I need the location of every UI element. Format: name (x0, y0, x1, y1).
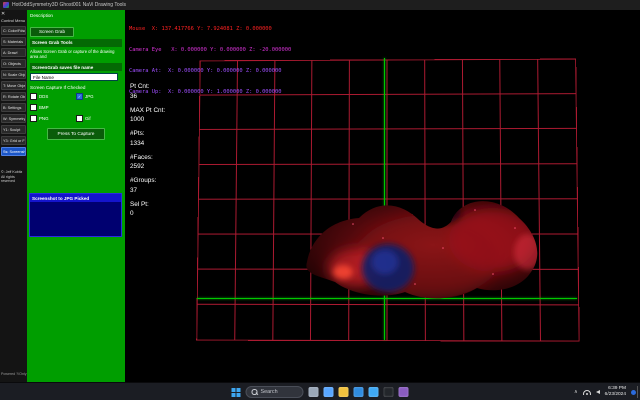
sidebar-item-r-rotate-object[interactable]: R: Rotate Object (1, 92, 26, 101)
stat-value: 2592 (130, 163, 165, 170)
checkbox-label: BMP (39, 105, 49, 110)
screen-grab-panel: Description Screen Grab Screen Grab Tool… (27, 10, 125, 382)
tool-sidebar: ✕ Control Menu C: Color/Fdset S: Material… (0, 10, 27, 382)
app-icon (3, 2, 9, 8)
stat-label: Pt Cnt: (130, 83, 165, 90)
checkbox-label: PNG (39, 116, 49, 121)
stat-label: MAX Pt Cnt: (130, 107, 165, 114)
checkbox-box[interactable] (76, 115, 83, 122)
checkbox-jpg[interactable]: ✓JPG (76, 93, 122, 100)
stat-label: #Faces: (130, 154, 165, 161)
stat-label: Sel Pt: (130, 201, 165, 208)
checkbox-label: JPG (85, 94, 94, 99)
stat-value: 0 (130, 210, 165, 217)
checkbox-box[interactable] (30, 115, 37, 122)
menu-close-icon[interactable]: ✕ (1, 12, 26, 17)
taskbar-center: Search (232, 383, 409, 400)
sidebar-item-y3-grid-or-fix[interactable]: Y3: Grid or Fix (1, 136, 26, 145)
mouse-coordinates: Mouse X: 137.417766 Y: 7.924081 Z: 0.000… (129, 26, 291, 33)
volume-icon[interactable] (596, 390, 600, 394)
sidebar-header: Control Menu (1, 18, 26, 23)
stat-value: 1000 (130, 116, 165, 123)
window-titlebar[interactable]: HotOddSymmetry3D Ghost001 NaVi Drawing T… (0, 0, 640, 10)
viewport-canvas[interactable]: Mouse X: 137.417766 Y: 7.924081 Z: 0.000… (125, 10, 640, 382)
system-tray: ∧ 6:39 PM 6/23/2024 (574, 383, 636, 400)
camera-at-readout: Camera At: X: 0.000000 Y: 0.000000 Z: 0.… (129, 68, 291, 75)
stat: Pt Cnt: 36 (130, 83, 165, 100)
checkbox-bmp[interactable]: BMP (30, 104, 76, 111)
sidebar-item-c-color-fdset[interactable]: C: Color/Fdset (1, 26, 26, 35)
filename-input[interactable] (30, 73, 118, 81)
clock[interactable]: 6:39 PM 6/23/2024 (605, 386, 626, 397)
notification-badge[interactable] (631, 390, 636, 395)
sidebar-item-t-move-object[interactable]: T: Move Object (1, 81, 26, 90)
mesh-object[interactable] (293, 182, 551, 310)
search-label: Search (261, 389, 278, 395)
powered-text: Powered ?/Only (1, 372, 27, 376)
status-banner: Screenshot to JPG Picked (29, 193, 122, 237)
taskbar-icons (309, 387, 409, 397)
sidebar-item-w-symmetry-s[interactable]: W: Symmetry s (1, 114, 26, 123)
wifi-icon[interactable] (583, 389, 591, 395)
stat-value: 1334 (130, 140, 165, 147)
search-icon (252, 389, 258, 395)
stat: #Groups: 37 (130, 177, 165, 194)
taskbar: Search ∧ 6:39 PM 6/23/2024 (0, 382, 640, 400)
file-explorer-icon[interactable] (339, 387, 349, 397)
sidebar-item-n-scale-object[interactable]: N: Scale Object (1, 70, 26, 79)
desktop: HotOddSymmetry3D Ghost001 NaVi Drawing T… (0, 0, 640, 400)
vs-icon[interactable] (399, 387, 409, 397)
sidebar-item-s-materials[interactable]: S: Materials (1, 37, 26, 46)
stat: #Pts: 1334 (130, 130, 165, 147)
checkbox-box[interactable] (30, 104, 37, 111)
taskbar-search[interactable]: Search (246, 386, 304, 398)
window-title: HotOddSymmetry3D Ghost001 NaVi Drawing T… (12, 2, 126, 8)
stat: Sel Pt: 0 (130, 201, 165, 218)
stat: #Faces: 2592 (130, 154, 165, 171)
description-label: Description (30, 13, 122, 18)
tools-header: Screen Grab Tools (30, 39, 122, 47)
terminal-icon[interactable] (384, 387, 394, 397)
checkbox-label: DDS (39, 94, 48, 99)
start-button[interactable] (232, 388, 241, 397)
stat-value: 36 (130, 93, 165, 100)
stats-list: Pt Cnt: 36 MAX Pt Cnt: 1000 #Pts: 1334 #Faces:… (130, 83, 165, 224)
task-view-icon[interactable] (309, 387, 319, 397)
stat-label: #Pts: (130, 130, 165, 137)
edge-icon[interactable] (354, 387, 364, 397)
sidebar-item-o-objects[interactable]: O: Objects (1, 59, 26, 68)
camera-eye-readout: Camera Eye X: 0.000000 Y: 0.000000 Z: -2… (129, 47, 291, 54)
stat-label: #Groups: (130, 177, 165, 184)
copyright-text: ©: Jeff Kubitz All rights reserved (1, 170, 26, 184)
press-to-capture-button[interactable]: Press To Capture (47, 128, 105, 140)
status-banner-text: Screenshot to JPG Picked (30, 194, 121, 202)
tool-description: Allows Screen Grab or capture of the dra… (30, 49, 122, 60)
sidebar-item-list: C: Color/Fdset S: Materials A: Draw! O: Obj… (1, 26, 26, 156)
checkbox-box[interactable]: ✓ (76, 93, 83, 100)
sidebar-item-a-draw[interactable]: A: Draw! (1, 48, 26, 57)
filename-header: ScreenGrab saves file name (30, 63, 122, 71)
checkbox-png[interactable]: PNG (30, 115, 76, 122)
checkbox-gif[interactable]: Gif (76, 115, 122, 122)
sidebar-item-ss-screenshot[interactable]: Ss: Screenshot (1, 147, 26, 156)
checkbox-label: Gif (85, 116, 91, 121)
capture-checked-label: Screen Capture If Checked (30, 85, 122, 90)
sidebar-item-y1-sculpt[interactable]: Y1: Sculpt (1, 125, 26, 134)
widgets-icon[interactable] (324, 387, 334, 397)
hidden-icons-chevron-icon[interactable]: ∧ (574, 389, 578, 395)
screen-grab-button[interactable]: Screen Grab (30, 27, 74, 37)
checkbox-box[interactable] (30, 93, 37, 100)
tray-date: 6/23/2024 (605, 392, 626, 398)
checkbox-dds[interactable]: DDS (30, 93, 76, 100)
store-icon[interactable] (369, 387, 379, 397)
stat: MAX Pt Cnt: 1000 (130, 107, 165, 124)
checkbox-grid: DDS ✓JPG BMP PNG Gif (30, 93, 122, 122)
sidebar-item-b-settings[interactable]: B: Settings (1, 103, 26, 112)
stat-value: 37 (130, 187, 165, 194)
